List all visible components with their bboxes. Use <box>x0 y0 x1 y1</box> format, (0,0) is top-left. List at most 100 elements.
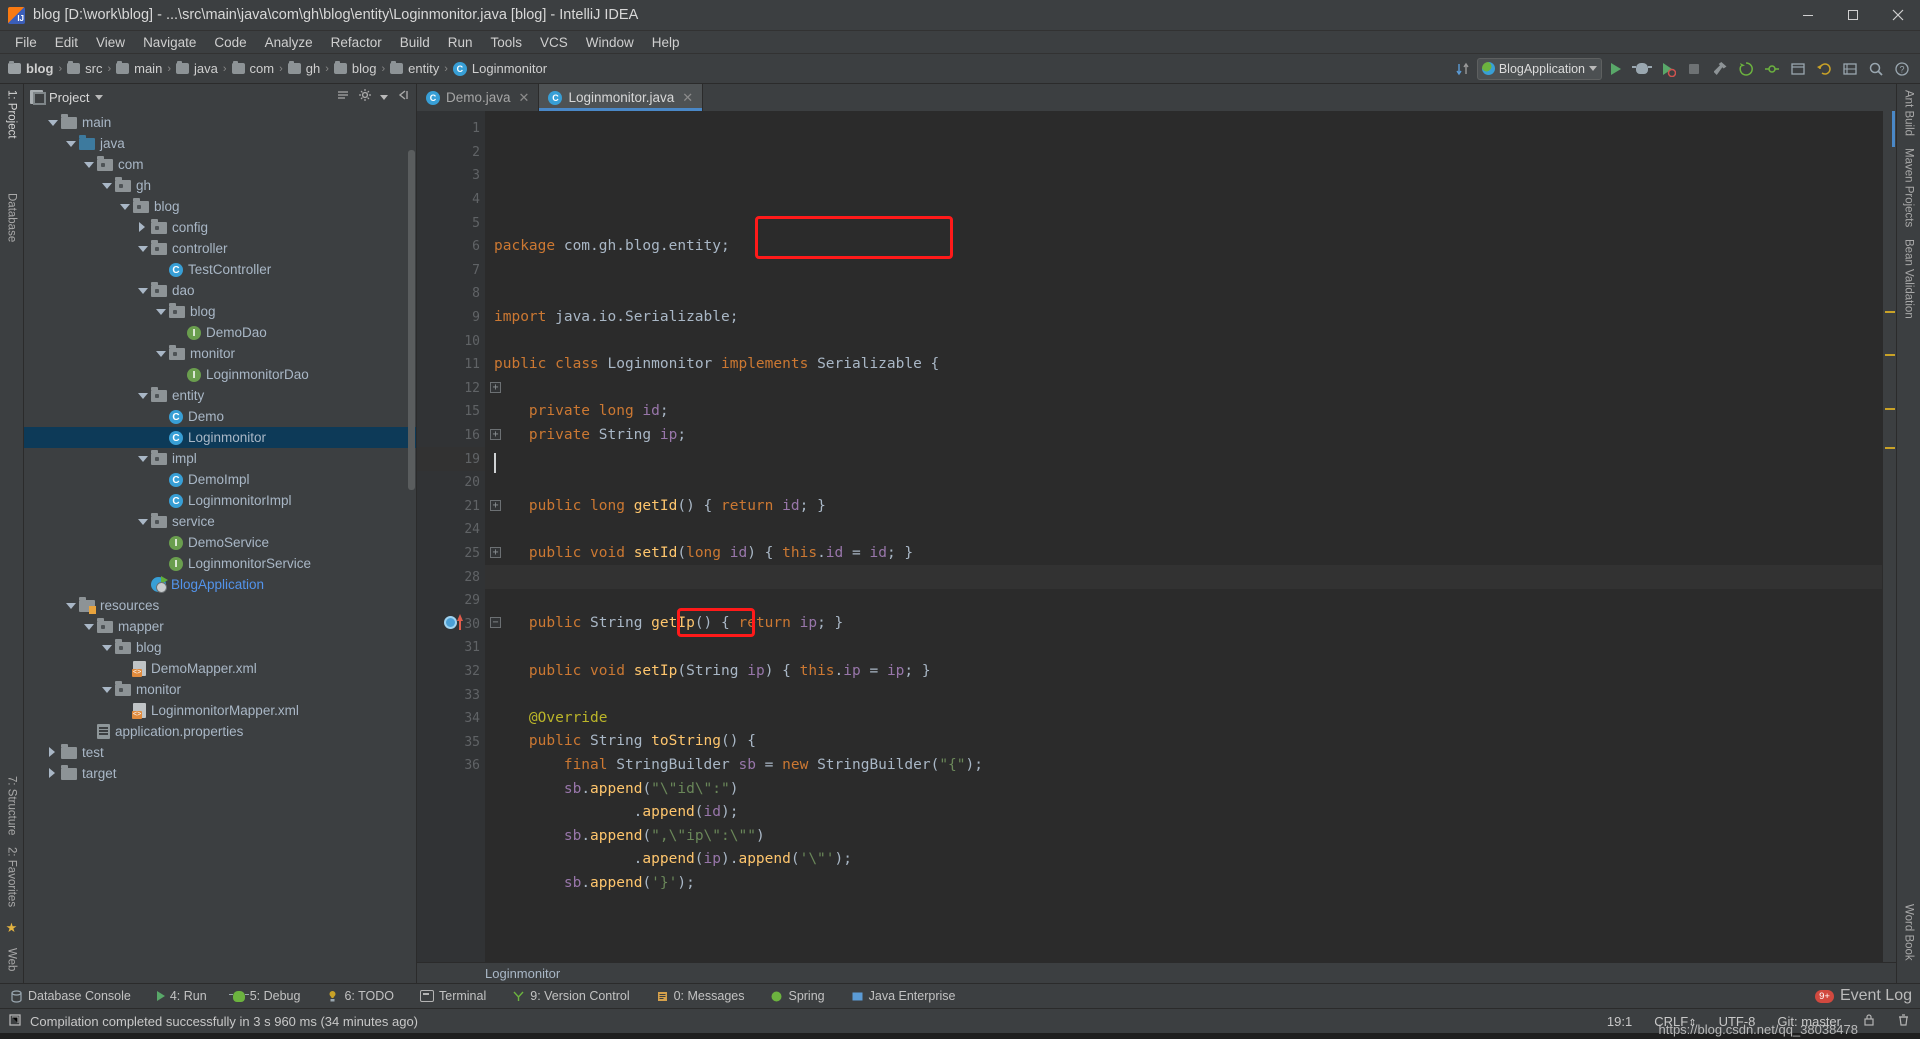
tree-twisty-open-icon[interactable] <box>136 389 149 402</box>
tree-twisty-closed-icon[interactable] <box>46 767 59 780</box>
line-number-15[interactable]: 15 <box>417 400 485 424</box>
breadcrumb-blog[interactable]: blog <box>4 59 57 78</box>
git-branch[interactable]: Git: master <box>1777 1014 1841 1029</box>
code-line-30[interactable]: public String toString() { <box>485 730 1882 754</box>
line-number-16[interactable]: 16 + <box>417 424 501 448</box>
vcs-history-button[interactable] <box>1786 57 1810 81</box>
line-number-1[interactable]: 1 <box>417 117 485 141</box>
menu-window[interactable]: Window <box>577 33 643 52</box>
line-number-34[interactable]: 34 <box>417 707 485 731</box>
menu-code[interactable]: Code <box>205 33 255 52</box>
toolwindow-java-enterprise[interactable]: Java Enterprise <box>847 987 960 1005</box>
code-line-35[interactable]: .append(ip).append('\"'); <box>485 848 1882 872</box>
toolwindow-database-console[interactable]: Database Console <box>6 987 135 1005</box>
tree-twisty-open-icon[interactable] <box>100 179 113 192</box>
override-marker-icon[interactable] <box>457 614 463 631</box>
line-number-21[interactable]: 21 + <box>417 495 501 519</box>
close-button[interactable] <box>1875 0 1920 31</box>
tree-item-service[interactable]: service <box>24 511 416 532</box>
tree-item-impl[interactable]: impl <box>24 448 416 469</box>
tree-item-loginmonitormapper-xml[interactable]: LoginmonitorMapper.xml <box>24 700 416 721</box>
tree-item-com[interactable]: com <box>24 154 416 175</box>
toolwindow-debug[interactable]: 5: Debug <box>228 987 305 1005</box>
breadcrumb-com[interactable]: com <box>228 59 279 78</box>
tree-item-demoservice[interactable]: I DemoService <box>24 532 416 553</box>
error-marker-bar[interactable] <box>1882 111 1896 962</box>
breadcrumb-entity[interactable]: entity <box>386 59 443 78</box>
tree-twisty-open-icon[interactable] <box>136 284 149 297</box>
menu-edit[interactable]: Edit <box>46 33 87 52</box>
breadcrumb-src[interactable]: src <box>63 59 106 78</box>
tree-item-dao[interactable]: dao <box>24 280 416 301</box>
project-panel-title[interactable]: Project <box>30 90 104 105</box>
tree-twisty-closed-icon[interactable] <box>136 221 149 234</box>
line-number-11[interactable]: 11 <box>417 353 485 377</box>
editor-breadcrumb[interactable]: Loginmonitor <box>417 962 1896 983</box>
tree-twisty-open-icon[interactable] <box>64 137 77 150</box>
code-line-32[interactable]: sb.append("\"id\":") <box>485 778 1882 802</box>
settings-button[interactable] <box>1838 57 1862 81</box>
toolwindow-todo[interactable]: 6: TODO <box>322 987 398 1005</box>
breadcrumb-main[interactable]: main <box>112 59 166 78</box>
tool-button-favorites[interactable]: 2: Favorites <box>6 841 18 913</box>
project-tree[interactable]: main java com gh blog config controller C TestCo… <box>24 110 416 983</box>
tree-item-controller[interactable]: controller <box>24 238 416 259</box>
tab-demo-java[interactable]: C Demo.java ✕ <box>417 84 540 111</box>
tree-item-config[interactable]: config <box>24 217 416 238</box>
stop-button[interactable] <box>1682 57 1706 81</box>
line-number-12[interactable]: 12 + <box>417 377 501 401</box>
code-line-3[interactable] <box>485 282 1882 306</box>
menu-view[interactable]: View <box>87 33 134 52</box>
tree-twisty-open-icon[interactable] <box>154 305 167 318</box>
tree-item-target[interactable]: target <box>24 763 416 784</box>
code-line-16[interactable]: public void setId(long id) { this.id = i… <box>485 542 1882 566</box>
code-line-12[interactable]: public long getId() { return id; } <box>485 495 1882 519</box>
project-tree-scrollbar[interactable] <box>408 150 415 490</box>
line-number-28[interactable]: 28 <box>417 565 485 589</box>
close-icon[interactable]: ✕ <box>519 90 530 106</box>
tree-item-loginmonitordao[interactable]: I LoginmonitorDao <box>24 364 416 385</box>
update-project-icon[interactable] <box>1451 57 1475 81</box>
tree-twisty-open-icon[interactable] <box>100 641 113 654</box>
tree-twisty-open-icon[interactable] <box>154 347 167 360</box>
code-line-5[interactable] <box>485 329 1882 353</box>
warning-marker[interactable] <box>1885 354 1895 356</box>
code-line-21[interactable]: public String getIp() { return ip; } <box>485 612 1882 636</box>
toolwindow-terminal[interactable]: Terminal <box>416 987 490 1005</box>
menu-refactor[interactable]: Refactor <box>322 33 391 52</box>
line-number-33[interactable]: 33 <box>417 683 485 707</box>
tool-button-bean-validation[interactable]: Bean Validation <box>1903 233 1915 325</box>
line-number-6[interactable]: 6 <box>417 235 485 259</box>
tree-twisty-open-icon[interactable] <box>82 620 95 633</box>
line-number-gutter[interactable]: 1 2 3 4 5 6 7 8 9 10 11 12 +15 16 +19 20 21 +24 25 +28 29 30−… <box>417 111 501 962</box>
tree-item-java[interactable]: java <box>24 133 416 154</box>
line-number-29[interactable]: 29 <box>417 589 485 613</box>
line-number-24[interactable]: 24 <box>417 518 485 542</box>
line-number-19[interactable]: 19 <box>417 447 485 471</box>
lock-icon[interactable] <box>1863 1013 1875 1029</box>
code-line-34[interactable]: sb.append(",\"ip\":\"") <box>485 825 1882 849</box>
line-number-32[interactable]: 32 <box>417 660 485 684</box>
tree-item-loginmonitor[interactable]: C Loginmonitor <box>24 427 416 448</box>
delete-icon[interactable] <box>1897 1013 1910 1029</box>
line-number-20[interactable]: 20 <box>417 471 485 495</box>
tool-button-project[interactable]: 1: Project <box>6 84 18 145</box>
tree-twisty-open-icon[interactable] <box>100 683 113 696</box>
line-number-25[interactable]: 25 + <box>417 542 501 566</box>
tree-twisty-open-icon[interactable] <box>46 116 59 129</box>
line-number-31[interactable]: 31 <box>417 636 485 660</box>
line-number-36[interactable]: 36 <box>417 754 485 778</box>
code-line-4[interactable]: import java.io.Serializable; <box>485 306 1882 330</box>
tree-item-monitor[interactable]: monitor <box>24 679 416 700</box>
code-line-36[interactable]: sb.append('}'); <box>485 872 1882 896</box>
tree-item-demoimpl[interactable]: C DemoImpl <box>24 469 416 490</box>
breadcrumb-loginmonitor[interactable]: C Loginmonitor <box>449 59 551 78</box>
tree-twisty-open-icon[interactable] <box>136 242 149 255</box>
line-separator[interactable]: CRLF⇕ <box>1654 1014 1696 1029</box>
menu-tools[interactable]: Tools <box>482 33 532 52</box>
run-button[interactable] <box>1604 57 1628 81</box>
code-text[interactable]: package com.gh.blog.entity; import java.i… <box>485 111 1882 962</box>
code-line-7[interactable] <box>485 377 1882 401</box>
line-number-35[interactable]: 35 <box>417 730 485 754</box>
menu-file[interactable]: File <box>6 33 46 52</box>
